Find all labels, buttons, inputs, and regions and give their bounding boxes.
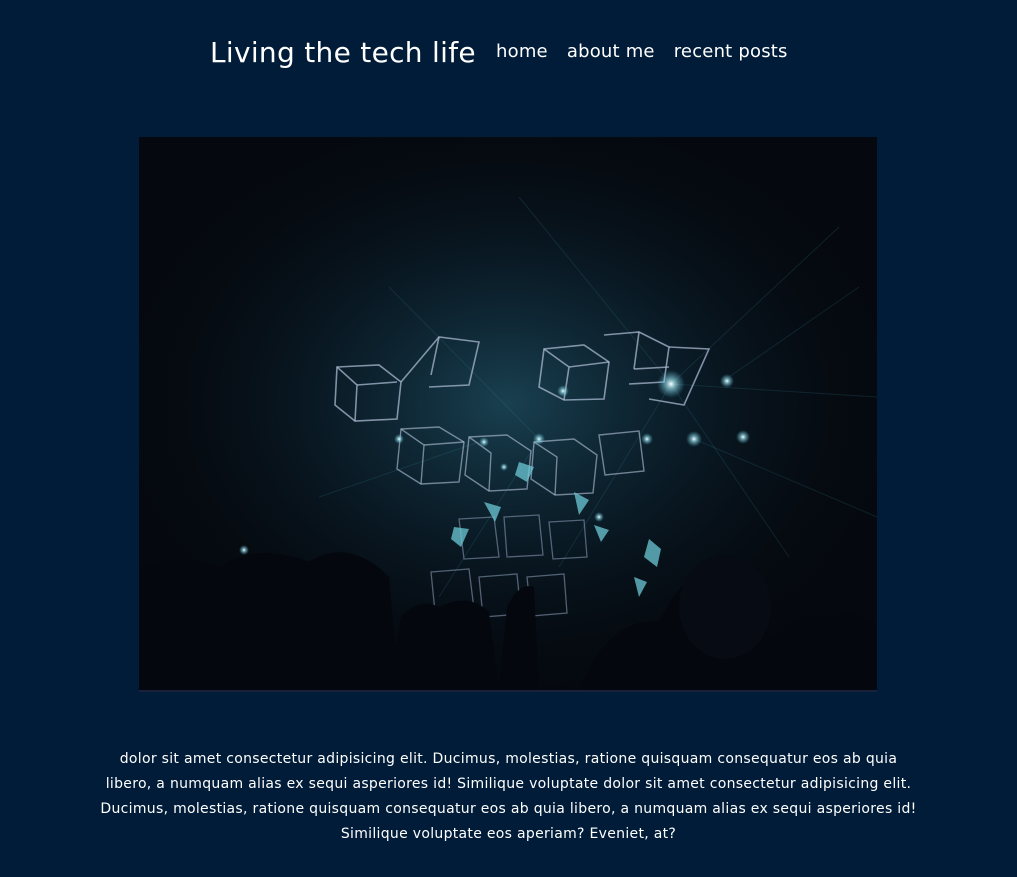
nav-link-about-me[interactable]: about me <box>567 41 655 62</box>
concert-light-cubes-image <box>139 137 877 690</box>
site-header: Living the tech life home about me recen… <box>0 34 1017 74</box>
site-title[interactable]: Living the tech life <box>210 36 476 69</box>
hero-image <box>139 137 877 692</box>
nav-link-recent-posts[interactable]: recent posts <box>674 41 788 62</box>
main-nav: home about me recent posts <box>496 41 788 62</box>
article-body: dolor sit amet consectetur adipisicing e… <box>100 751 917 842</box>
nav-link-home[interactable]: home <box>496 41 548 62</box>
